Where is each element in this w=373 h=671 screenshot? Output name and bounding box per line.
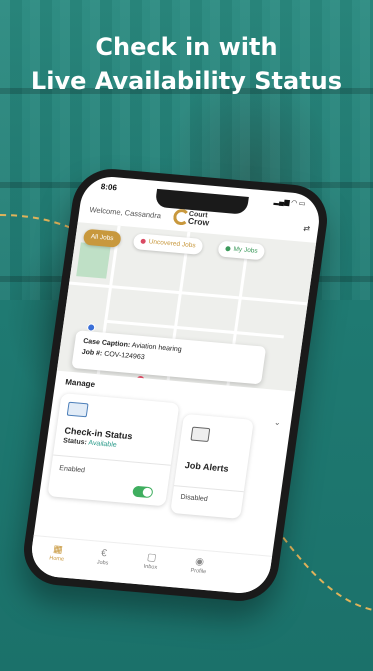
filter-sliders-icon[interactable]: ⇄ (303, 224, 311, 233)
tab-jobs-label: Jobs (96, 559, 109, 567)
filter-all-jobs[interactable]: All Jobs (82, 228, 122, 248)
jobs-map[interactable]: All Jobs Uncovered Jobs My Jobs Case Cap… (56, 222, 317, 392)
headline-line2: Live Availability Status (30, 67, 343, 95)
job-number-label: Job #: (81, 348, 103, 358)
calendar-check-icon (66, 401, 89, 418)
tab-profile-label: Profile (190, 567, 207, 576)
welcome-text: Welcome, Cassandra (88, 205, 162, 221)
checkin-toggle[interactable] (132, 485, 154, 499)
job-alerts-icon (190, 426, 211, 443)
logo-word2: Crow (187, 215, 210, 228)
map-park (76, 242, 111, 279)
map-pin-gold-icon[interactable] (235, 386, 245, 392)
logo-text: Court Crow (187, 211, 210, 228)
status-value: Available (87, 439, 118, 449)
my-jobs-dot-icon (225, 245, 231, 252)
filter-my-jobs[interactable]: My Jobs (217, 240, 266, 261)
case-card[interactable]: Case Caption: Aviation hearing Job #: CO… (71, 330, 267, 385)
tab-inbox-label: Inbox (143, 563, 158, 571)
headline: Check in with Live Availability Status (0, 30, 373, 98)
filter-uncovered-label: Uncovered Jobs (148, 238, 197, 250)
map-road (68, 281, 308, 306)
headline-line1: Check in with (95, 33, 278, 61)
filter-my-label: My Jobs (232, 245, 259, 255)
job-number-value: COV-124963 (103, 350, 146, 362)
card-divider (173, 485, 244, 493)
tab-jobs[interactable]: € Jobs (80, 546, 126, 568)
map-pin-red-icon[interactable] (135, 375, 145, 386)
filter-uncovered-jobs[interactable]: Uncovered Jobs (132, 233, 204, 255)
tab-home-label: Home (48, 555, 65, 563)
chevron-down-icon[interactable]: ⌄ (273, 418, 281, 427)
checkin-status-card[interactable]: Check-in Status Status: Available Enable… (47, 393, 180, 507)
tab-inbox[interactable]: ▢ Inbox (128, 550, 174, 572)
status-label: Status: (62, 437, 88, 447)
tab-home[interactable]: ▦ Home (34, 542, 80, 564)
job-alerts-toggle-label: Disabled (179, 493, 209, 504)
manage-title: Manage (64, 377, 96, 389)
card-divider (52, 454, 171, 466)
uncovered-dot-icon (140, 238, 147, 244)
status-time: 8:06 (100, 182, 118, 193)
checkin-toggle-label: Enabled (58, 465, 86, 475)
tab-profile[interactable]: ◉ Profile (176, 555, 222, 577)
status-icons: ▂▄▆ ◠ ▭ (273, 198, 306, 208)
job-alerts-title: Job Alerts (184, 460, 230, 474)
job-alerts-card[interactable]: Job Alerts Disabled (170, 413, 254, 519)
